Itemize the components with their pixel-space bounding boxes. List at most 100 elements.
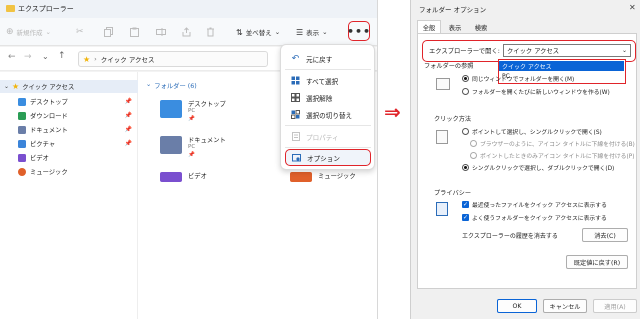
menu-item-undo[interactable]: ↶ 元に戻す bbox=[285, 50, 371, 67]
back-icon[interactable]: ← bbox=[8, 52, 16, 62]
option-label: ポイントして選択し、シングルクリックで開く(S) bbox=[472, 130, 602, 136]
section-label: フォルダー (6) bbox=[154, 83, 197, 90]
nav-quick-access[interactable]: ⌄ ★ クイック アクセス bbox=[0, 80, 138, 93]
folder-name: ビデオ bbox=[188, 173, 207, 180]
folders-section-header[interactable]: ⌄ フォルダー (6) bbox=[146, 81, 197, 90]
rename-icon[interactable] bbox=[156, 25, 166, 39]
menu-label: オプション bbox=[307, 154, 340, 163]
clear-history-label: エクスプローラーの履歴を消去する bbox=[462, 233, 558, 240]
underline-always-option[interactable]: ブラウザーのように、アイコン タイトルに下線を付ける(B) bbox=[470, 139, 635, 148]
tab-view[interactable]: 表示 bbox=[443, 20, 467, 34]
dialog-title: フォルダー オプション bbox=[419, 6, 487, 14]
explorer-window: エクスプローラー ⊕ 新規作成 ⌄ ✂ ⇅ 並べ替え ⌄ ☰ 表示 ⌄ ••• … bbox=[0, 0, 378, 319]
chevron-down-icon[interactable]: ⌄ bbox=[42, 52, 49, 61]
sort-button[interactable]: ⇅ 並べ替え ⌄ bbox=[236, 25, 280, 39]
checkbox[interactable]: ✓ bbox=[462, 214, 469, 221]
paste-icon[interactable] bbox=[130, 25, 139, 39]
see-more-menu: ↶ 元に戻す すべて選択 選択解除 選択の切り替え プロパティ オプション bbox=[280, 44, 375, 170]
star-icon: ★ bbox=[12, 82, 20, 91]
up-icon[interactable]: ↑ bbox=[58, 51, 66, 61]
radio-button[interactable] bbox=[462, 164, 469, 171]
new-button[interactable]: ⊕ 新規作成 ⌄ bbox=[6, 25, 51, 39]
arrow-icon: ⇒ bbox=[384, 100, 401, 124]
nav-item-music[interactable]: ミュージック bbox=[0, 165, 138, 178]
nav-item-videos[interactable]: ビデオ bbox=[0, 151, 138, 164]
nav-item-documents[interactable]: ドキュメント 📌 bbox=[0, 123, 138, 136]
star-icon: ★ bbox=[83, 54, 91, 64]
new-label: 新規作成 bbox=[16, 29, 43, 37]
general-tab-page: エクスプローラーで開く: クイック アクセス ⌄ クイック アクセス PC フォ… bbox=[417, 33, 637, 289]
menu-item-options[interactable]: オプション bbox=[285, 149, 371, 166]
browse-new-window-option[interactable]: フォルダーを開くたびに新しいウィンドウを作る(W) bbox=[462, 87, 610, 96]
chevron-down-icon: ⌄ bbox=[621, 47, 627, 54]
cancel-button[interactable]: キャンセル bbox=[543, 299, 587, 313]
single-click-option[interactable]: ポイントして選択し、シングルクリックで開く(S) bbox=[462, 127, 602, 136]
nav-label: ミュージック bbox=[30, 169, 68, 176]
folder-name: ミュージック bbox=[318, 173, 356, 180]
menu-label: すべて選択 bbox=[306, 77, 339, 86]
option-quick-access[interactable]: クイック アクセス bbox=[499, 61, 624, 71]
chevron-down-icon: ⌄ bbox=[274, 28, 281, 36]
chevron-down-icon: ⌄ bbox=[4, 83, 10, 90]
navigation-pane: ⌄ ★ クイック アクセス デスクトップ 📌 ダウンロード 📌 ドキュメント 📌 bbox=[0, 72, 138, 319]
menu-item-select-all[interactable]: すべて選択 bbox=[285, 72, 371, 89]
copy-icon[interactable] bbox=[104, 25, 113, 39]
video-icon bbox=[18, 153, 26, 162]
nav-label: ドキュメント bbox=[30, 127, 68, 134]
select-all-icon bbox=[291, 76, 300, 85]
browse-folders-label: フォルダーの参照 bbox=[424, 63, 474, 70]
tab-search[interactable]: 検索 bbox=[469, 20, 493, 34]
open-explorer-to-select[interactable]: クイック アクセス ⌄ bbox=[503, 44, 631, 57]
menu-item-properties[interactable]: プロパティ bbox=[285, 128, 371, 145]
desktop-folder-icon bbox=[160, 100, 182, 118]
folder-desktop[interactable]: デスクトップ PC 📌 bbox=[160, 98, 240, 132]
view-button[interactable]: ☰ 表示 ⌄ bbox=[296, 25, 328, 39]
pictures-icon bbox=[18, 139, 26, 148]
menu-item-invert-selection[interactable]: 選択の切り替え bbox=[285, 106, 371, 123]
see-more-button[interactable]: ••• bbox=[347, 21, 370, 41]
nav-label: クイック アクセス bbox=[22, 84, 75, 91]
radio-button[interactable] bbox=[470, 152, 477, 159]
folder-name: デスクトップ bbox=[188, 101, 226, 108]
nav-item-downloads[interactable]: ダウンロード 📌 bbox=[0, 109, 138, 122]
clear-button[interactable]: 消去(C) bbox=[582, 228, 628, 242]
nav-item-desktop[interactable]: デスクトップ 📌 bbox=[0, 95, 138, 108]
menu-label: 選択の切り替え bbox=[306, 111, 353, 120]
close-icon[interactable]: ✕ bbox=[629, 3, 636, 12]
folder-videos[interactable]: ビデオ bbox=[160, 170, 240, 204]
pin-icon: 📌 bbox=[124, 140, 132, 147]
apply-button[interactable]: 適用(A) bbox=[593, 299, 637, 313]
browse-folders-icon bbox=[436, 78, 450, 90]
radio-button[interactable] bbox=[462, 88, 469, 95]
share-icon[interactable] bbox=[182, 25, 191, 39]
cut-icon[interactable]: ✂ bbox=[76, 25, 84, 39]
nav-label: ピクチャ bbox=[30, 141, 56, 148]
open-explorer-to-label: エクスプローラーで開く: bbox=[429, 48, 500, 55]
option-label: よく使うフォルダーをクイック アクセスに表示する bbox=[472, 216, 607, 222]
forward-icon[interactable]: → bbox=[24, 52, 32, 62]
folder-music[interactable]: ミュージック bbox=[290, 170, 370, 204]
tab-general[interactable]: 全般 bbox=[417, 20, 441, 34]
chevron-down-icon: ⌄ bbox=[322, 28, 328, 36]
show-frequent-folders-option[interactable]: ✓ よく使うフォルダーをクイック アクセスに表示する bbox=[462, 213, 607, 222]
radio-button[interactable] bbox=[462, 75, 469, 82]
restore-defaults-button[interactable]: 既定値に戻す(R) bbox=[566, 255, 628, 269]
option-label: ポイントしたときのみアイコン タイトルに下線を付ける(P) bbox=[480, 154, 635, 160]
browse-same-window-option[interactable]: 同じウィンドウでフォルダーを開く(M) bbox=[462, 74, 574, 83]
folder-documents[interactable]: ドキュメント PC 📌 bbox=[160, 134, 240, 168]
underline-hover-option[interactable]: ポイントしたときのみアイコン タイトルに下線を付ける(P) bbox=[470, 151, 635, 160]
radio-button[interactable] bbox=[462, 128, 469, 135]
sort-icon: ⇅ bbox=[236, 27, 243, 37]
checkbox[interactable]: ✓ bbox=[462, 201, 469, 208]
show-recent-files-option[interactable]: ✓ 最近使ったファイルをクイック アクセスに表示する bbox=[462, 200, 607, 209]
nav-item-pictures[interactable]: ピクチャ 📌 bbox=[0, 137, 138, 150]
address-bar[interactable]: ★ › クイック アクセス bbox=[78, 51, 268, 67]
ok-button[interactable]: OK bbox=[497, 299, 537, 313]
videos-folder-icon bbox=[160, 172, 182, 182]
music-folder-icon bbox=[290, 172, 312, 182]
double-click-option[interactable]: シングルクリックで選択し、ダブルクリックで開く(D) bbox=[462, 163, 614, 172]
radio-button[interactable] bbox=[470, 140, 477, 147]
menu-item-select-none[interactable]: 選択解除 bbox=[285, 89, 371, 106]
option-label: シングルクリックで選択し、ダブルクリックで開く(D) bbox=[472, 166, 615, 172]
delete-icon[interactable] bbox=[206, 25, 215, 39]
